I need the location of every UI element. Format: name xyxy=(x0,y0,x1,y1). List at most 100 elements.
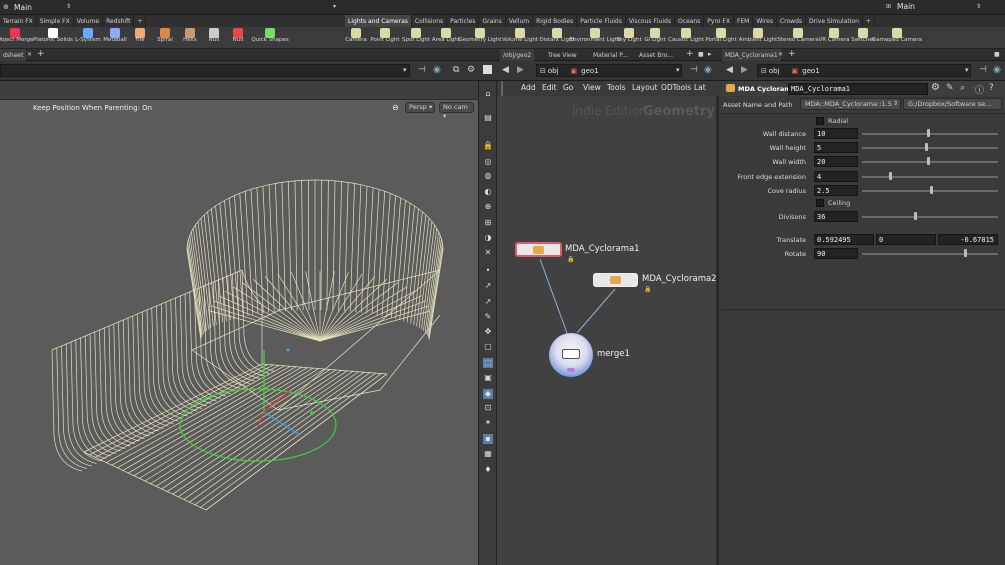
slider-knob[interactable] xyxy=(924,143,928,151)
network-menu-item[interactable]: Edit xyxy=(542,83,557,92)
viewport-tool-icon[interactable]: ↗ xyxy=(483,281,493,291)
translate-y-field[interactable]: 0 xyxy=(876,234,936,245)
shelf-tool[interactable]: Null xyxy=(223,27,253,49)
param-slider[interactable] xyxy=(862,216,998,218)
pane-menu-icon[interactable]: ■ xyxy=(698,51,704,58)
pin-icon[interactable]: ⊣ xyxy=(418,65,426,75)
chevron-down-icon[interactable]: ▾ xyxy=(403,66,407,74)
viewport-tool-icon[interactable]: ⊕ xyxy=(483,202,493,212)
viewport-tool-icon[interactable]: ▣ xyxy=(483,373,493,383)
desktop-selector[interactable]: Main xyxy=(14,3,32,12)
pin-icon[interactable]: ⊣ xyxy=(690,65,698,75)
shelf-tab[interactable]: + xyxy=(863,15,875,27)
shelf-tool[interactable]: Gamepad Camera xyxy=(872,27,922,49)
shelf-tool[interactable]: L-System xyxy=(73,27,103,49)
viewport-tool-icon[interactable]: 🔒 xyxy=(483,141,493,151)
back-arrow-icon[interactable]: ◀ xyxy=(726,65,733,75)
brush-icon[interactable]: ✎ xyxy=(946,83,954,93)
param-slider[interactable] xyxy=(862,176,998,178)
back-arrow-icon[interactable]: ◀ xyxy=(502,65,509,75)
desktop-right-dropdown-icon[interactable]: ⇕ xyxy=(976,3,981,10)
network-menu-item[interactable]: Lat xyxy=(694,83,706,92)
network-menu-item[interactable]: Layout xyxy=(632,83,658,92)
network-menu-item[interactable]: ODTools xyxy=(661,83,691,92)
shelf-tab[interactable]: Vellum xyxy=(506,15,534,27)
slider-knob[interactable] xyxy=(913,212,917,220)
forward-arrow-icon[interactable]: ▶ xyxy=(517,65,524,75)
shelf-tab[interactable]: Drive Simulation xyxy=(806,15,863,27)
viewport-tool-icon[interactable]: • xyxy=(483,266,493,276)
node-merge1[interactable] xyxy=(549,333,593,377)
viewport-tool-icon[interactable]: ◆ xyxy=(483,389,493,399)
param-slider[interactable] xyxy=(862,147,998,149)
viewport-tool-icon[interactable]: ✎ xyxy=(483,312,493,322)
viewport-tool-icon[interactable]: ⊡ xyxy=(483,403,493,413)
node-mda-cyclorama2[interactable] xyxy=(593,273,638,287)
tab-obj-geo2[interactable]: /obj/geo2 xyxy=(500,49,535,61)
param-path-field[interactable]: ⊟ obj ▣ geo1 xyxy=(757,64,971,77)
houdini-menu-icon[interactable]: ⊕ xyxy=(3,3,9,11)
shelf-tool[interactable]: Stereo Camera xyxy=(777,27,819,49)
shelf-tab[interactable]: Terrain FX xyxy=(0,15,37,27)
viewport-tool-icon[interactable]: ⊞ xyxy=(483,218,493,228)
chevron-down-icon[interactable]: ▾ xyxy=(676,66,680,74)
shelf-tab[interactable]: Viscous Fluids xyxy=(626,15,675,27)
param-value-field[interactable]: 20 xyxy=(814,156,858,167)
gear-icon[interactable]: ⚙ xyxy=(467,65,475,75)
pin-icon[interactable]: ⊣ xyxy=(979,65,987,75)
shelf-tool[interactable]: GI Light xyxy=(638,27,672,49)
shelf-tool[interactable]: Geometry Light xyxy=(459,27,501,49)
param-value-field[interactable]: 4 xyxy=(814,171,858,182)
gear-icon[interactable]: ⚙ xyxy=(931,82,940,93)
add-tab-icon[interactable]: + xyxy=(37,49,45,59)
network-menu-item[interactable]: Add xyxy=(521,83,536,92)
shelf-tab[interactable]: Volume xyxy=(74,15,104,27)
layers-icon[interactable]: ⧉ xyxy=(453,65,459,75)
asset-path-menu[interactable]: G:/Dropbox/Software se... xyxy=(903,98,1002,110)
slider-knob[interactable] xyxy=(927,157,931,165)
viewport-tool-icon[interactable]: ◍ xyxy=(483,171,493,181)
shelf-tab[interactable]: Crowds xyxy=(777,15,807,27)
link-icon[interactable]: ◉ xyxy=(993,65,1001,75)
viewport-tool-icon[interactable]: ♦ xyxy=(483,465,493,475)
shelf-tab[interactable]: Redshift xyxy=(103,15,135,27)
network-path-field[interactable]: ⊟ obj ▣ geo1 xyxy=(536,64,682,77)
ceiling-checkbox[interactable] xyxy=(816,199,824,207)
viewport-tool-icon[interactable]: ▤ xyxy=(483,113,493,123)
help-icon[interactable]: ⓘ xyxy=(975,83,984,96)
shelf-tab[interactable]: Collisions xyxy=(412,15,448,27)
link-icon[interactable]: ◉ xyxy=(433,65,441,75)
viewport-tool-icon[interactable]: ◑ xyxy=(483,233,493,243)
close-tab-icon[interactable]: ✕ xyxy=(27,51,32,58)
shelf-tool[interactable]: Environment Light xyxy=(570,27,620,49)
network-menu-item[interactable]: Tools xyxy=(607,83,625,92)
viewport-tool-icon[interactable]: ◎ xyxy=(483,157,493,167)
param-value-field[interactable]: 5 xyxy=(814,142,858,153)
viewport-tool-icon[interactable]: ✕ xyxy=(483,248,493,258)
shelf-tool[interactable]: Ambient Light xyxy=(739,27,777,49)
viewport-tool-icon[interactable]: ▪ xyxy=(483,434,493,444)
add-tab-icon-right[interactable]: + xyxy=(788,49,796,59)
shelf-tab[interactable]: Particles xyxy=(447,15,480,27)
slider-knob[interactable] xyxy=(964,249,967,257)
forward-arrow-icon[interactable]: ▶ xyxy=(741,65,748,75)
network-menu-item[interactable]: Go xyxy=(563,83,573,92)
node-name-field[interactable]: MDA_Cyclorama1 xyxy=(788,83,928,95)
search-icon[interactable]: ⌕ xyxy=(960,83,965,93)
add-tab-icon-mid[interactable]: + xyxy=(686,49,694,59)
shelf-tool[interactable]: Object Merge xyxy=(0,27,33,49)
shelf-tool[interactable]: Platonic Solids xyxy=(33,27,73,49)
shelf-tab[interactable]: Wires xyxy=(753,15,777,27)
transform-handle[interactable] xyxy=(179,348,337,462)
param-value-field[interactable]: 10 xyxy=(814,128,858,139)
radial-checkbox[interactable] xyxy=(816,117,824,125)
network-editor[interactable]: Indie Edition Geometry MDA_Cyclorama1 🔒 … xyxy=(497,81,719,565)
node-mda-cyclorama1[interactable] xyxy=(515,242,562,257)
pane-menu-icon-right[interactable]: ■ xyxy=(994,51,1000,58)
shelf-tab[interactable]: Lights and Cameras xyxy=(345,15,412,27)
rotate-field[interactable]: 90 xyxy=(814,248,858,259)
desktop-dropdown-arrow-icon[interactable]: ▾ xyxy=(333,3,336,10)
shelf-tab[interactable]: + xyxy=(134,15,147,27)
viewport-tool-icon[interactable]: ▢ xyxy=(483,342,493,352)
slider-knob[interactable] xyxy=(930,186,933,194)
